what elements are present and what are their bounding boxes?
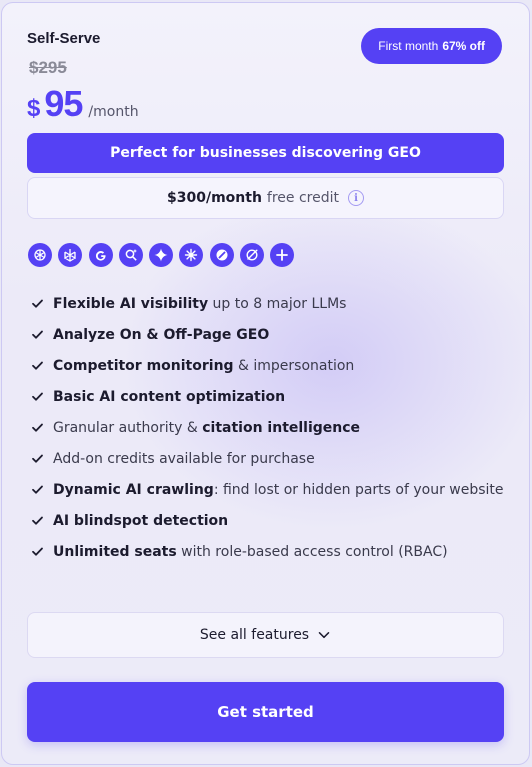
check-icon (32, 392, 43, 401)
promo-badge: First month 67% off (361, 28, 502, 64)
price-period: /month (88, 104, 139, 120)
google-icon (88, 243, 113, 267)
credit-amount: $300/month (167, 190, 262, 206)
feature-bold: Flexible AI visibility (53, 295, 209, 312)
feature-bold: Competitor monitoring (53, 357, 234, 374)
feature-item: Dynamic AI crawling: find lost or hidden… (31, 474, 504, 505)
check-icon (32, 361, 43, 370)
feature-item: Add-on credits available for purchase (31, 443, 504, 474)
feature-text: Add-on credits available for purchase (53, 450, 315, 467)
promo-discount: 67% off (442, 39, 485, 53)
plan-name: Self-Serve (27, 30, 101, 47)
claude-icon (179, 243, 204, 267)
llm-icon-row (28, 243, 295, 267)
feature-bold: Basic AI content optimization (53, 388, 286, 405)
feature-item: Competitor monitoring & impersonation (31, 350, 504, 381)
feature-item: AI blindspot detection (31, 505, 504, 536)
feature-bold: citation intelligence (202, 419, 361, 436)
feature-list: Flexible AI visibility up to 8 major LLM… (31, 288, 504, 567)
price-row: $ 95 /month (27, 83, 139, 125)
feature-bold: Analyze On & Off-Page GEO (53, 326, 270, 343)
feature-item: Flexible AI visibility up to 8 major LLM… (31, 288, 504, 319)
old-price: $295 (29, 58, 67, 77)
info-icon[interactable]: i (348, 190, 364, 206)
price-currency: $ (27, 95, 41, 122)
check-icon (32, 547, 43, 556)
feature-text: up to 8 major LLMs (208, 295, 347, 312)
credit-label: free credit (266, 190, 339, 206)
see-all-features-button[interactable]: See all features (27, 612, 504, 658)
google-ai-overview-icon (118, 243, 143, 267)
feature-item: Unlimited seats with role-based access c… (31, 536, 504, 567)
feature-text: : find lost or hidden parts of your webs… (213, 481, 504, 498)
check-icon (32, 485, 43, 494)
feature-item: Granular authority & citation intelligen… (31, 412, 504, 443)
feature-text: Granular authority & (53, 419, 203, 436)
perplexity-icon (58, 243, 83, 267)
grok-icon (240, 243, 265, 267)
feature-item: Analyze On & Off-Page GEO (31, 319, 504, 350)
feature-text: with role-based access control (RBAC) (176, 543, 448, 560)
promo-prefix: First month (378, 39, 439, 53)
credit-box: $300/month free credit i (27, 177, 504, 219)
feature-bold: AI blindspot detection (53, 512, 229, 529)
feature-bold: Unlimited seats (53, 543, 177, 560)
check-icon (32, 454, 43, 463)
see-all-label: See all features (199, 627, 310, 643)
plan-headline: Perfect for businesses discovering GEO (27, 133, 504, 173)
get-started-button[interactable]: Get started (27, 682, 504, 742)
check-icon (32, 330, 43, 339)
chevron-down-icon (318, 632, 330, 639)
chatgpt-icon (28, 243, 52, 267)
add-icon (270, 243, 295, 267)
feature-bold: Dynamic AI crawling (53, 481, 214, 498)
feature-text: & impersonation (233, 357, 355, 374)
gemini-icon (149, 243, 174, 267)
price-amount: 95 (44, 83, 83, 124)
check-icon (32, 516, 43, 525)
feature-item: Basic AI content optimization (31, 381, 504, 412)
pricing-card: Self-Serve $295 $ 95 /month First month … (1, 2, 530, 765)
check-icon (32, 299, 43, 308)
check-icon (32, 423, 43, 432)
copilot-icon (209, 243, 234, 267)
